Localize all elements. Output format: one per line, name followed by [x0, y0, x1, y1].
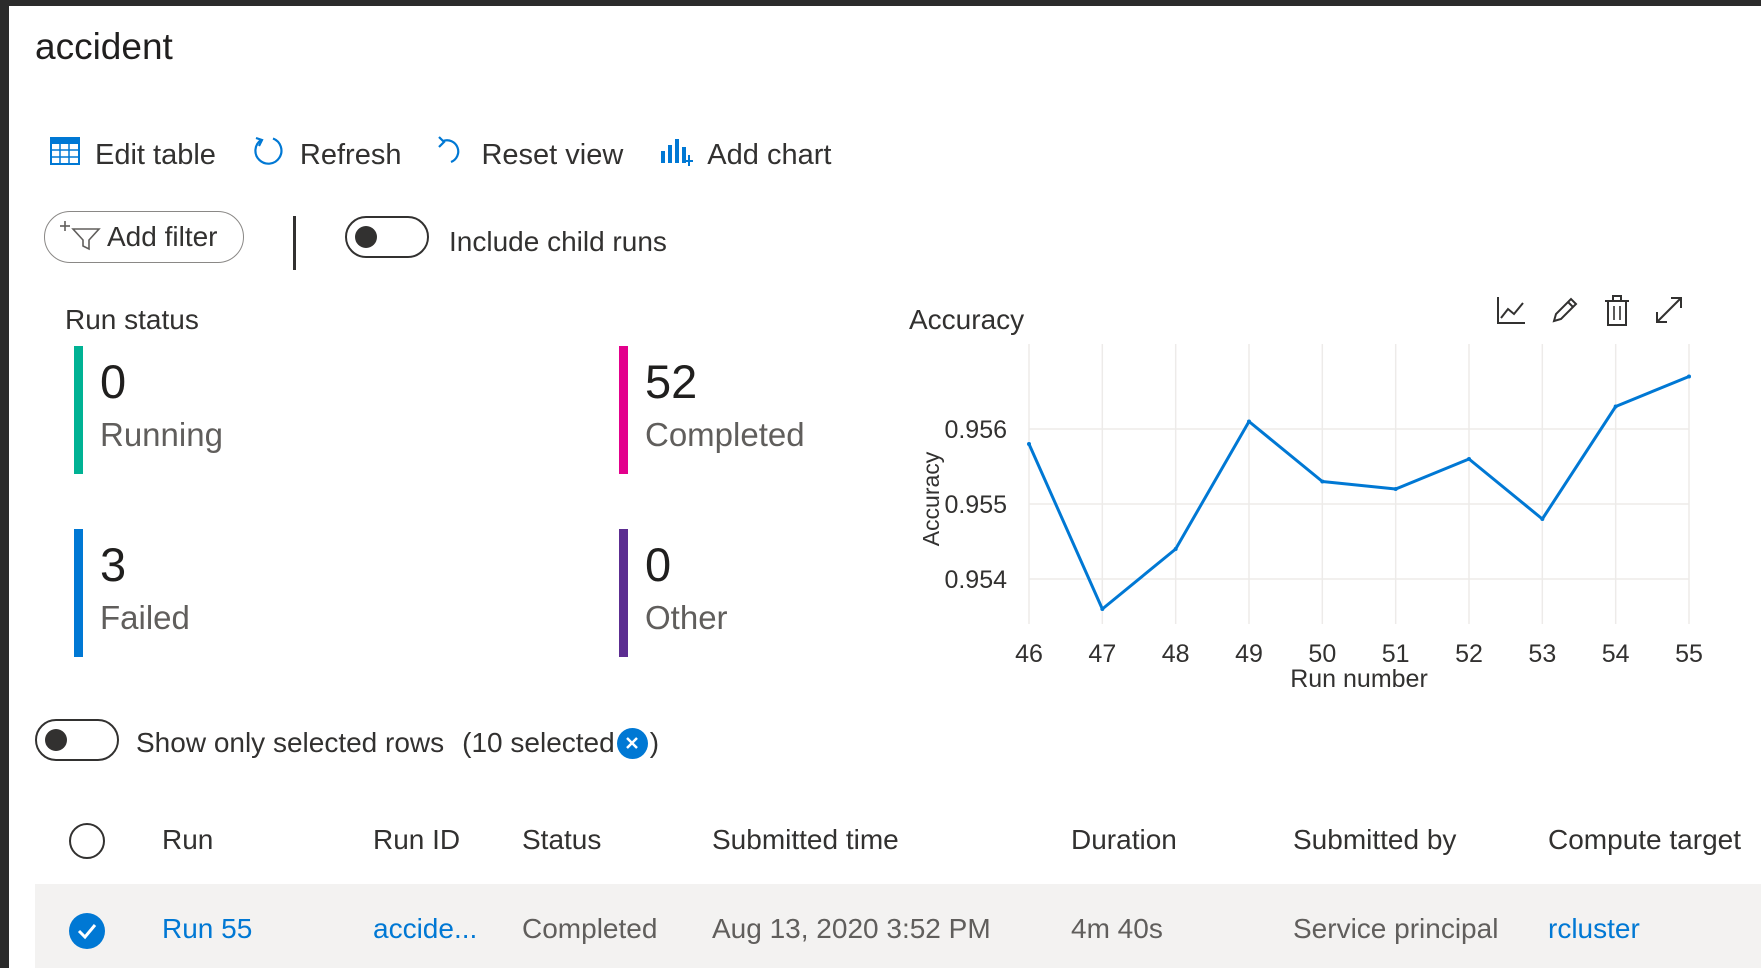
- x-tick-label: 48: [1162, 640, 1190, 668]
- y-axis-label: Accuracy: [918, 451, 944, 546]
- toggle-knob: [45, 729, 67, 751]
- status-label: Running: [100, 416, 223, 453]
- status-color-bar: [619, 346, 628, 474]
- add-chart-button[interactable]: Add chart: [659, 135, 831, 175]
- page-title: accident: [35, 26, 173, 67]
- toggle-knob: [355, 226, 377, 248]
- data-point: [1320, 479, 1325, 484]
- data-point: [1540, 517, 1545, 521]
- status-color-bar: [74, 529, 83, 657]
- duration-cell: 4m 40s: [1071, 913, 1163, 944]
- filter-add-icon: [59, 217, 107, 258]
- reset-view-label: Reset view: [481, 138, 624, 171]
- x-tick-label: 46: [1015, 640, 1043, 668]
- status-label: Completed: [645, 416, 805, 453]
- table-icon: [49, 135, 95, 175]
- show-only-selected-toggle[interactable]: [35, 719, 119, 761]
- run-status-title: Run status: [65, 304, 199, 335]
- column-header-run[interactable]: Run: [162, 824, 213, 856]
- selected-count: (10 selected: [462, 727, 615, 758]
- status-count: 0: [645, 538, 672, 591]
- status-color-bar: [74, 346, 83, 474]
- status-other[interactable]: 0 Other: [619, 529, 939, 657]
- reset-view-button[interactable]: Reset view: [437, 134, 623, 176]
- reset-view-icon: [437, 134, 481, 176]
- data-point: [1393, 487, 1398, 491]
- show-only-selected-label: Show only selected rows: [136, 727, 445, 758]
- status-completed[interactable]: 52 Completed: [619, 346, 939, 474]
- column-header-submitted-by[interactable]: Submitted by: [1293, 824, 1456, 856]
- status-count: 0: [100, 355, 127, 408]
- run-link[interactable]: Run 55: [162, 913, 252, 945]
- column-header-submitted-time[interactable]: Submitted time: [712, 824, 899, 856]
- x-tick-label: 54: [1602, 640, 1630, 668]
- column-header-run-id[interactable]: Run ID: [373, 824, 460, 856]
- y-tick-label: 0.955: [944, 491, 1007, 519]
- status-failed[interactable]: 3 Failed: [74, 529, 394, 657]
- x-tick-label: 55: [1675, 640, 1703, 668]
- x-tick-label: 52: [1455, 640, 1483, 668]
- accuracy-line-chart: 46 47 48 49 50 51 52 53 54 55 0.954 0.955 0.956 Run n…: [918, 344, 1703, 693]
- status-label: Other: [645, 599, 728, 636]
- run-id-link[interactable]: accide...: [373, 913, 477, 945]
- add-filter-button[interactable]: Add filter: [44, 211, 244, 263]
- experiment-panel: accident Edit table Refresh Reset view A…: [9, 6, 1761, 968]
- add-filter-label: Add filter: [107, 221, 218, 252]
- column-header-duration[interactable]: Duration: [1071, 824, 1177, 856]
- status-color-bar: [619, 529, 628, 657]
- close-paren: ): [649, 727, 660, 758]
- status-label: Failed: [100, 599, 190, 636]
- x-tick-label: 53: [1528, 640, 1556, 668]
- refresh-button[interactable]: Refresh: [252, 134, 402, 176]
- compute-target-link[interactable]: rcluster: [1548, 913, 1640, 945]
- include-child-runs-label: Include child runs: [449, 226, 667, 257]
- edit-table-button[interactable]: Edit table: [49, 135, 216, 175]
- status-count: 52: [645, 355, 698, 408]
- add-chart-label: Add chart: [707, 138, 832, 171]
- x-tick-label: 50: [1308, 640, 1336, 668]
- data-point: [1613, 404, 1618, 409]
- toolbar-divider: [293, 216, 296, 270]
- refresh-label: Refresh: [299, 138, 402, 171]
- checkmark-icon: [77, 924, 97, 940]
- refresh-icon: [252, 134, 300, 176]
- status-count: 3: [100, 538, 127, 591]
- table-row[interactable]: Run 55 accide... Completed Aug 13, 2020 …: [35, 884, 1761, 968]
- select-all-checkbox[interactable]: [69, 823, 105, 859]
- column-header-compute-target[interactable]: Compute target: [1548, 824, 1741, 856]
- data-point: [1027, 442, 1031, 446]
- table-header: Run Run ID Status Submitted time Duratio…: [9, 806, 1761, 874]
- y-tick-label: 0.954: [944, 566, 1007, 594]
- x-axis-label: Run number: [1290, 665, 1428, 693]
- data-point: [1247, 419, 1251, 424]
- data-point: [1100, 607, 1105, 611]
- submitted-by-cell: Service principal: [1293, 913, 1499, 944]
- status-running[interactable]: 0 Running: [74, 346, 394, 474]
- x-tick-label: 49: [1235, 640, 1263, 668]
- column-header-status[interactable]: Status: [522, 824, 601, 856]
- include-child-runs-toggle[interactable]: [345, 216, 429, 258]
- submitted-time-cell: Aug 13, 2020 3:52 PM: [712, 913, 991, 944]
- data-point: [1467, 457, 1471, 461]
- accuracy-series-line: [1027, 375, 1690, 611]
- data-point: [1173, 547, 1178, 551]
- x-tick-label: 47: [1088, 640, 1116, 668]
- data-point: [1687, 374, 1691, 379]
- run-status-cell: Completed: [522, 913, 658, 944]
- selection-summary: Show only selected rows (10 selected ): [136, 727, 659, 759]
- y-tick-label: 0.956: [944, 416, 1007, 444]
- toolbar: Edit table Refresh Reset view Add chart: [49, 132, 867, 178]
- edit-table-label: Edit table: [95, 138, 216, 171]
- bar-chart-add-icon: [659, 135, 707, 175]
- clear-selection-icon[interactable]: [616, 727, 648, 759]
- x-tick-label: 51: [1382, 640, 1410, 668]
- row-checkbox-checked[interactable]: [69, 913, 105, 949]
